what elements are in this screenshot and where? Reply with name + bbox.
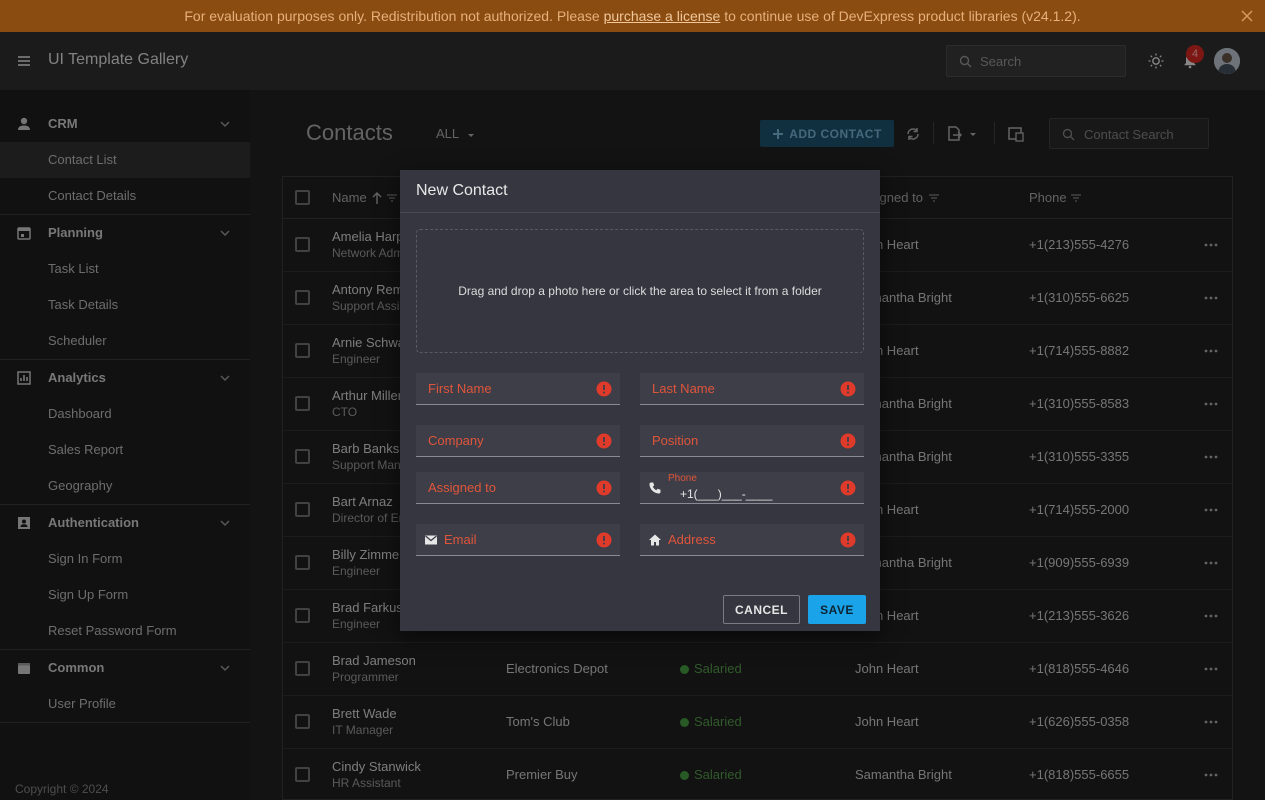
position-label: Position: [652, 433, 699, 448]
email-field[interactable]: Email: [416, 524, 620, 556]
banner-text-after: to continue use of DevExpress product li…: [724, 8, 1081, 24]
cancel-button[interactable]: CANCEL: [723, 595, 800, 624]
phone-value: +1(___)___-____: [680, 487, 773, 501]
cancel-label: CANCEL: [735, 602, 788, 617]
phone-icon: [648, 481, 662, 495]
last-name-label: Last Name: [652, 381, 715, 396]
position-field[interactable]: Position: [640, 425, 864, 457]
new-contact-dialog: New Contact Drag and drop a photo here o…: [400, 170, 880, 631]
phone-field[interactable]: Phone +1(___)___-____: [640, 472, 864, 504]
company-label: Company: [428, 433, 484, 448]
purchase-license-link[interactable]: purchase a license: [604, 8, 721, 24]
address-field[interactable]: Address: [640, 524, 864, 556]
evaluation-banner: For evaluation purposes only. Redistribu…: [0, 0, 1265, 32]
home-icon: [648, 533, 662, 547]
save-button[interactable]: SAVE: [808, 595, 866, 624]
save-label: SAVE: [820, 602, 854, 617]
phone-floating-label: Phone: [668, 473, 697, 484]
dialog-divider: [400, 212, 880, 213]
error-icon: [840, 480, 856, 496]
banner-text-before: For evaluation purposes only. Redistribu…: [184, 8, 600, 24]
photo-dropzone[interactable]: Drag and drop a photo here or click the …: [416, 229, 864, 353]
first-name-label: First Name: [428, 381, 492, 396]
last-name-field[interactable]: Last Name: [640, 373, 864, 405]
dropzone-text: Drag and drop a photo here or click the …: [458, 284, 822, 298]
dialog-title: New Contact: [416, 182, 508, 199]
company-field[interactable]: Company: [416, 425, 620, 457]
email-icon: [424, 533, 438, 547]
error-icon: [596, 433, 612, 449]
email-label: Email: [444, 532, 477, 547]
error-icon: [596, 480, 612, 496]
assigned-to-field[interactable]: Assigned to: [416, 472, 620, 504]
address-label: Address: [668, 532, 716, 547]
error-icon: [596, 381, 612, 397]
close-icon[interactable]: [1239, 8, 1255, 24]
error-icon: [840, 532, 856, 548]
assigned-to-label: Assigned to: [428, 480, 496, 495]
error-icon: [840, 433, 856, 449]
error-icon: [596, 532, 612, 548]
first-name-field[interactable]: First Name: [416, 373, 620, 405]
error-icon: [840, 381, 856, 397]
